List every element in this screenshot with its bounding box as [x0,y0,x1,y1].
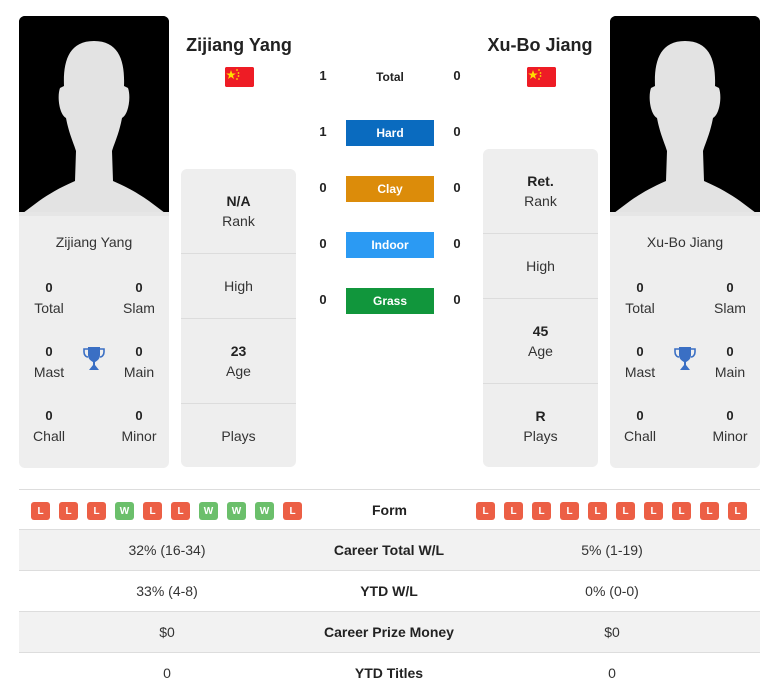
player2-age: 45 Age [483,299,598,384]
h2h-clay-p1: 0 [319,180,327,195]
player2-info-panel: Ret. Rank High 45 Age R Plays [483,149,598,467]
player1-plays: Plays [221,427,256,444]
surface-indoor-button[interactable]: Indoor [346,232,434,258]
player1-minor-titles: 0 Minor [121,408,157,444]
player2-mast-titles: 0 Mast [624,344,656,380]
h2h-grass-p2: 0 [453,292,461,307]
form-row: LLLWLLWWWL Form LLLLLLLLLL [19,489,760,530]
h2h-grass-row: 0 Grass 0 [310,288,470,314]
player2-chall-titles: 0 Chall [624,408,656,444]
surface-hard-button[interactable]: Hard [346,120,434,146]
player2-plays: R Plays [523,407,558,444]
player2-form-badge-loss[interactable]: L [560,502,579,520]
trophy-icon [674,347,696,370]
player2-stat-value: 5% (1-19) [581,542,643,558]
player1-rank: N/A Rank [181,169,296,254]
silhouette-icon [19,16,169,216]
player2-form-badge-loss[interactable]: L [700,502,719,520]
player2-stat-value: 0% (0-0) [585,583,639,599]
player1-titles-card: Zijiang Yang 0 Total 0 Slam 0 Mast 0 Main 0C… [19,216,169,468]
stat-row-career-prize-money: $0 Career Prize Money $0 [19,612,760,653]
player1-total-titles: 0 Total [34,280,64,316]
player2-form-badge-loss[interactable]: L [504,502,523,520]
stat-row-ytd-wl: 33% (4-8) YTD W/L 0% (0-0) [19,571,760,612]
h2h-hard-p1: 1 [319,124,327,139]
h2h-hard-row: 1 Hard 0 [310,120,470,146]
player1-card-name: Zijiang Yang [55,234,133,250]
player2-main-titles: 0 Main [714,344,746,380]
trophy-icon [83,347,105,370]
player2-name[interactable]: Xu-Bo Jiang [460,35,620,56]
player1-name[interactable]: Zijiang Yang [159,35,319,56]
surface-grass-button[interactable]: Grass [346,288,434,314]
h2h-total-p2: 0 [453,68,461,83]
player1-mast-titles: 0 Mast [33,344,65,380]
player1-stat-value: 0 [163,665,171,681]
h2h-total-row: 1 Total 0 [310,64,470,90]
china-flag-icon [225,67,254,87]
player2-stat-value: $0 [604,624,620,640]
player1-photo [19,16,169,216]
player2-slam-titles: 0 Slam [714,280,746,316]
player2-form-badge-loss[interactable]: L [644,502,663,520]
player2-photo [610,16,760,216]
h2h-hard-p2: 0 [453,124,461,139]
player2-form-badge-loss[interactable]: L [532,502,551,520]
player1-slam-titles: 0 Slam [123,280,155,316]
h2h-total-label: Total [376,70,404,84]
player2-titles-card: Xu-Bo Jiang 0 Total 0 Slam 0 Mast 0 Main 0 Ch… [610,216,760,468]
player2-form-badge-loss[interactable]: L [476,502,495,520]
player1-main-titles: 0 Main [123,344,155,380]
player1-chall-titles: 0 Chall [33,408,65,444]
player1-stat-value: 32% (16-34) [128,542,206,558]
silhouette-icon [610,16,760,216]
h2h-total-p1: 1 [319,68,327,83]
h2h-clay-p2: 0 [453,180,461,195]
china-flag-icon [527,67,556,87]
stat-label: Career Total W/L [333,542,445,558]
stat-row-ytd-titles: 0 YTD Titles 0 [19,653,760,694]
h2h-grass-p1: 0 [319,292,327,307]
h2h-indoor-p1: 0 [319,236,327,251]
player1-high: High [181,254,296,319]
h2h-indoor-row: 0 Indoor 0 [310,232,470,258]
player2-stat-value: 0 [608,665,616,681]
stat-row-career-total-wl: 32% (16-34) Career Total W/L 5% (1-19) [19,530,760,571]
h2h-clay-row: 0 Clay 0 [310,176,470,202]
player2-form-badge-loss[interactable]: L [588,502,607,520]
stat-label: YTD Titles [354,665,424,681]
player2-form-badge-loss[interactable]: L [672,502,691,520]
player1-stat-value: 33% (4-8) [136,583,198,599]
player1-stat-value: $0 [159,624,175,640]
stat-label: Career Prize Money [324,624,454,640]
player2-card-name: Xu-Bo Jiang [646,234,724,250]
player1-info-panel: N/A Rank High 23 Age Plays [181,169,296,467]
player2-rank: Ret. Rank [483,149,598,234]
player2-form-badge-loss[interactable]: L [728,502,747,520]
player2-minor-titles: 0 Minor [712,408,748,444]
stat-label: YTD W/L [360,583,418,599]
h2h-indoor-p2: 0 [453,236,461,251]
player1-age: 23 Age [181,319,296,404]
player2-total-titles: 0 Total [625,280,655,316]
player2-form-badge-loss[interactable]: L [616,502,635,520]
surface-clay-button[interactable]: Clay [346,176,434,202]
player2-high: High [483,234,598,299]
